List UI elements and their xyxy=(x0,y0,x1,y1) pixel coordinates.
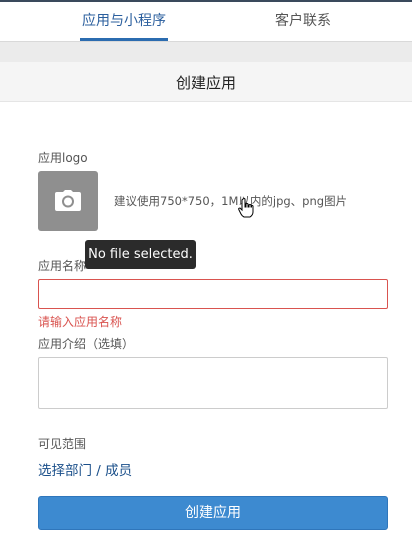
select-dept-members-link[interactable]: 选择部门 / 成员 xyxy=(38,459,132,479)
logo-hint: 建议使用750*750，1M以内的jpg、png图片 xyxy=(114,194,348,208)
name-error-message: 请输入应用名称 xyxy=(38,315,123,329)
title-bar: 创建应用 xyxy=(0,62,412,102)
logo-upload-button[interactable] xyxy=(38,171,98,231)
hand-pointer-icon xyxy=(238,198,254,218)
logo-label: 应用logo xyxy=(38,151,88,165)
name-label: 应用名称 xyxy=(38,259,87,273)
camera-icon xyxy=(55,190,81,211)
visibility-label: 可见范围 xyxy=(38,437,87,451)
page-title: 创建应用 xyxy=(175,74,236,92)
intro-label: 应用介绍（选填） xyxy=(38,337,135,351)
top-tabs: 应用与小程序 客户联系 xyxy=(0,0,412,42)
tab-customer-contact[interactable]: 客户联系 xyxy=(262,10,344,42)
divider-strip xyxy=(0,42,412,62)
active-tab-underline xyxy=(80,38,168,41)
app-intro-input[interactable] xyxy=(38,357,388,409)
file-tooltip: No file selected. xyxy=(85,240,196,269)
tab-apps-label: 应用与小程序 xyxy=(82,13,166,29)
app-name-input[interactable] xyxy=(38,279,388,309)
tab-customer-contact-label: 客户联系 xyxy=(275,13,331,29)
create-app-button[interactable]: 创建应用 xyxy=(38,496,388,530)
tab-apps-and-mini-programs[interactable]: 应用与小程序 xyxy=(80,10,168,42)
